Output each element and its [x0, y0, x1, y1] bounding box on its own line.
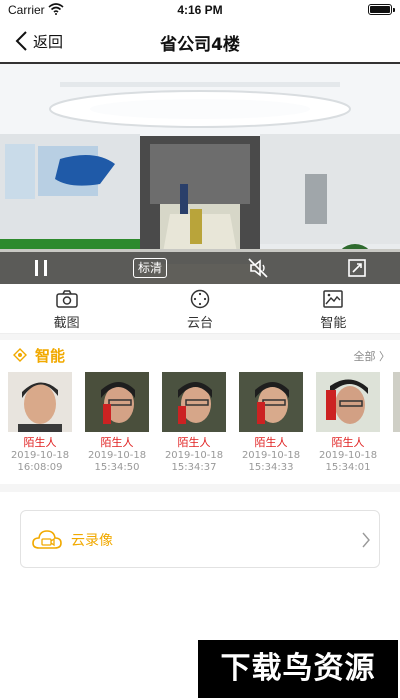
event-date: 2019-10-18	[318, 450, 378, 461]
event-item[interactable]: 陌生人 2019-10-18 15:34:01	[316, 372, 380, 480]
event-item-partial[interactable]	[393, 372, 400, 480]
smart-icon	[323, 290, 344, 308]
event-tag: 陌生人	[254, 436, 288, 449]
ptz-label: 云台	[186, 316, 213, 331]
cloud-recording-card[interactable]: 云录像	[20, 510, 380, 568]
event-time: 15:34:50	[94, 462, 140, 473]
event-tag: 陌生人	[100, 436, 134, 449]
pause-icon[interactable]	[30, 256, 52, 280]
smart-section-header: 智能 全部 〉	[0, 340, 400, 370]
live-video-frame	[0, 64, 400, 284]
screenshot-button[interactable]: 截图	[0, 284, 133, 333]
section-divider	[0, 484, 400, 492]
face-thumbnail	[85, 372, 149, 432]
watermark: 下载鸟资源	[198, 640, 398, 698]
smart-button[interactable]: 智能	[267, 284, 400, 333]
battery-icon	[368, 4, 395, 15]
cloud-icon	[32, 530, 62, 549]
smart-section-title: 智能	[35, 347, 66, 365]
event-date: 2019-10-18	[164, 450, 224, 461]
event-time: 16:08:09	[17, 462, 63, 473]
smart-event-list: 陌生人 2019-10-18 16:08:09 陌生人 2019-10-18 1…	[0, 372, 400, 480]
tool-row: 截图 云台 智能	[0, 284, 400, 334]
video-controls: 标清	[0, 252, 400, 284]
view-all-link[interactable]: 全部 〉	[354, 348, 391, 364]
video-player[interactable]: 标清	[0, 62, 400, 284]
event-time: 15:34:01	[325, 462, 371, 473]
face-thumbnail	[239, 372, 303, 432]
event-item[interactable]: 陌生人 2019-10-18 15:34:50	[85, 372, 149, 480]
event-item[interactable]: 陌生人 2019-10-18 15:34:37	[162, 372, 226, 480]
smart-label: 智能	[320, 316, 347, 331]
status-time: 4:16 PM	[177, 3, 223, 17]
event-date: 2019-10-18	[10, 450, 70, 461]
face-thumbnail	[393, 372, 400, 432]
event-tag: 陌生人	[177, 436, 211, 449]
fullscreen-icon[interactable]	[346, 256, 368, 280]
event-date: 2019-10-18	[241, 450, 301, 461]
event-item[interactable]: 陌生人 2019-10-18 16:08:09	[8, 372, 72, 480]
chevron-right-icon	[362, 532, 370, 548]
status-bar: Carrier 4:16 PM	[0, 0, 400, 20]
cloud-recording-label: 云录像	[71, 533, 113, 549]
face-thumbnail	[8, 372, 72, 432]
camera-icon	[55, 290, 78, 308]
page-title: 省公司4楼	[160, 35, 240, 55]
quality-button[interactable]: 标清	[133, 258, 168, 278]
event-time: 15:34:33	[248, 462, 294, 473]
event-time: 15:34:37	[171, 462, 217, 473]
event-tag: 陌生人	[23, 436, 57, 449]
mute-icon[interactable]	[246, 256, 270, 280]
nav-bar: 返回 省公司4楼	[0, 20, 400, 62]
face-thumbnail	[162, 372, 226, 432]
face-thumbnail	[316, 372, 380, 432]
target-icon	[13, 348, 27, 362]
event-date: 2019-10-18	[87, 450, 147, 461]
event-item[interactable]: 陌生人 2019-10-18 15:34:33	[239, 372, 303, 480]
ptz-icon	[190, 289, 210, 309]
screenshot-label: 截图	[53, 316, 80, 331]
ptz-button[interactable]: 云台	[133, 284, 266, 333]
event-tag: 陌生人	[331, 436, 365, 449]
